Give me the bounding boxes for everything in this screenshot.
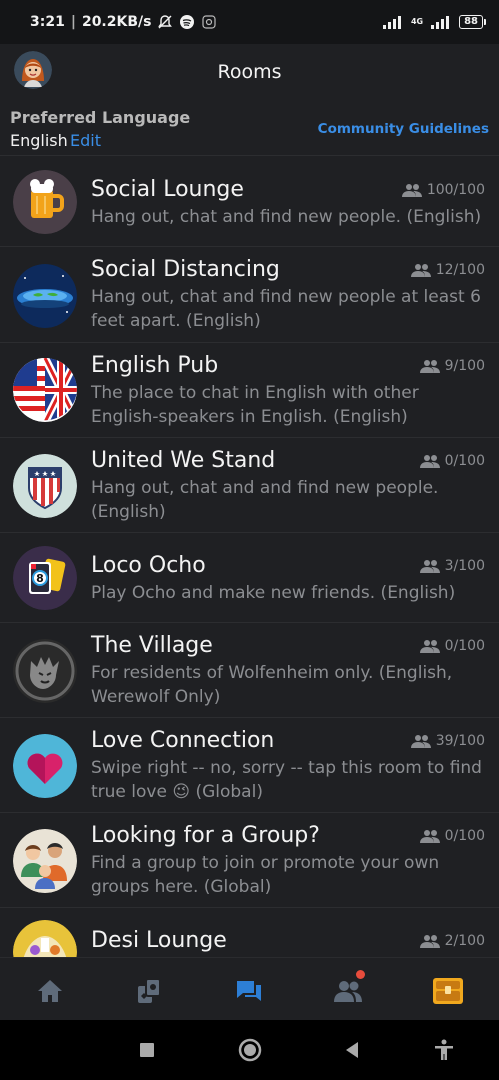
ocho-cards-icon: 8 [13, 546, 77, 610]
room-occupancy: 0/100 [419, 638, 485, 654]
room-item[interactable]: Desi Lounge 2/100 [0, 908, 499, 957]
room-item[interactable]: The Village 0/100 For residents of Wolfe… [0, 623, 499, 718]
home-button-icon[interactable] [238, 1038, 262, 1062]
room-name: Social Lounge [91, 177, 244, 202]
room-count: 2/100 [444, 933, 485, 949]
people-icon [410, 264, 431, 277]
battery-indicator: 88 [459, 15, 486, 29]
room-description: Hang out, chat and and find new people. … [91, 478, 439, 522]
room-name: English Pub [91, 353, 219, 378]
group-people-icon [13, 829, 77, 893]
us-uk-flag-icon [13, 358, 77, 422]
room-description: Play Ocho and make new friends. (English… [91, 583, 456, 603]
room-description: Find a group to join or promote your own… [91, 853, 440, 897]
home-icon[interactable] [35, 976, 65, 1006]
cell-signal-icon [431, 16, 450, 29]
system-navigation-bar [0, 1020, 499, 1080]
room-occupancy: 39/100 [410, 733, 485, 749]
bottom-navigation [0, 957, 499, 1020]
edit-language-link[interactable]: Edit [70, 131, 101, 150]
page-title: Rooms [217, 61, 282, 83]
room-description: Swipe right -- no, sorry -- tap this roo… [91, 758, 482, 802]
room-occupancy: 0/100 [419, 828, 485, 844]
people-icon [410, 735, 431, 748]
games-icon[interactable] [134, 976, 164, 1006]
room-count: 0/100 [444, 638, 485, 654]
treasure-icon[interactable] [432, 976, 463, 1006]
room-item[interactable]: 8 Loco Ocho 3/100 Play Ocho and make new… [0, 533, 499, 623]
room-list[interactable]: Social Lounge 100/100 Hang out, chat and… [0, 157, 499, 957]
mute-bell-icon [158, 15, 173, 29]
room-name: Social Distancing [91, 257, 280, 282]
room-occupancy: 2/100 [419, 933, 485, 949]
back-icon[interactable] [340, 1038, 364, 1062]
chat-icon[interactable] [234, 976, 264, 1006]
friends-icon[interactable] [333, 970, 365, 1006]
room-count: 39/100 [435, 733, 485, 749]
room-item[interactable]: English Pub 9/100 The place to chat in E… [0, 343, 499, 438]
accessibility-icon[interactable] [432, 1038, 456, 1062]
room-occupancy: 3/100 [419, 558, 485, 574]
room-count: 0/100 [444, 828, 485, 844]
status-time: 3:21 [30, 14, 65, 30]
room-occupancy: 12/100 [410, 262, 485, 278]
werewolf-icon [13, 639, 77, 703]
room-description: The place to chat in English with other … [91, 383, 419, 427]
room-occupancy: 9/100 [419, 358, 485, 374]
room-description: For residents of Wolfenheim only. (Engli… [91, 663, 453, 707]
room-count: 12/100 [435, 262, 485, 278]
room-name: The Village [91, 633, 213, 658]
people-icon [419, 935, 440, 948]
notification-dot [356, 970, 365, 979]
spotify-icon [180, 15, 195, 29]
app-notification-icon [202, 15, 217, 29]
people-icon [419, 360, 440, 373]
room-item[interactable]: United We Stand 0/100 Hang out, chat and… [0, 438, 499, 533]
room-description: Hang out, chat and find new people. (Eng… [91, 207, 482, 227]
desi-lounge-icon [13, 920, 77, 957]
people-icon [419, 560, 440, 573]
community-guidelines-link[interactable]: Community Guidelines [318, 121, 489, 137]
room-count: 9/100 [444, 358, 485, 374]
room-count: 0/100 [444, 453, 485, 469]
people-icon [419, 455, 440, 468]
avatar-icon [14, 51, 52, 89]
room-item[interactable]: Social Lounge 100/100 Hang out, chat and… [0, 157, 499, 247]
flat-earth-icon [13, 264, 77, 328]
preferred-language-value: English [10, 131, 68, 150]
people-icon [419, 830, 440, 843]
network-type: 4G [410, 17, 424, 26]
people-icon [419, 640, 440, 653]
preferred-language-heading: Preferred Language [10, 108, 191, 127]
heart-icon [13, 734, 77, 798]
status-network-speed: 20.2KB/s [81, 14, 152, 30]
room-count: 100/100 [426, 182, 485, 198]
top-bar: Rooms [0, 44, 499, 100]
room-name: Loco Ocho [91, 553, 206, 578]
status-bar: 3:21 | 20.2KB/s 4G 88 [0, 0, 499, 44]
room-occupancy: 100/100 [401, 182, 485, 198]
people-icon [401, 184, 422, 197]
wifi-signal-icon [382, 16, 401, 29]
svg-text:8: 8 [36, 572, 44, 585]
room-occupancy: 0/100 [419, 453, 485, 469]
room-name: Desi Lounge [91, 928, 227, 953]
language-section: Preferred Language English Edit Communit… [0, 104, 499, 156]
recent-apps-icon[interactable] [135, 1038, 159, 1062]
room-name: Love Connection [91, 728, 275, 753]
profile-avatar[interactable] [14, 51, 52, 89]
room-name: United We Stand [91, 448, 276, 473]
room-count: 3/100 [444, 558, 485, 574]
room-name: Looking for a Group? [91, 823, 320, 848]
room-item[interactable]: Social Distancing 12/100 Hang out, chat … [0, 247, 499, 343]
room-item[interactable]: Love Connection 39/100 Swipe right -- no… [0, 718, 499, 813]
shield-flag-icon [13, 454, 77, 518]
beer-mug-icon [13, 170, 77, 234]
room-item[interactable]: Looking for a Group? 0/100 Find a group … [0, 813, 499, 908]
room-description: Hang out, chat and find new people at le… [91, 287, 481, 331]
